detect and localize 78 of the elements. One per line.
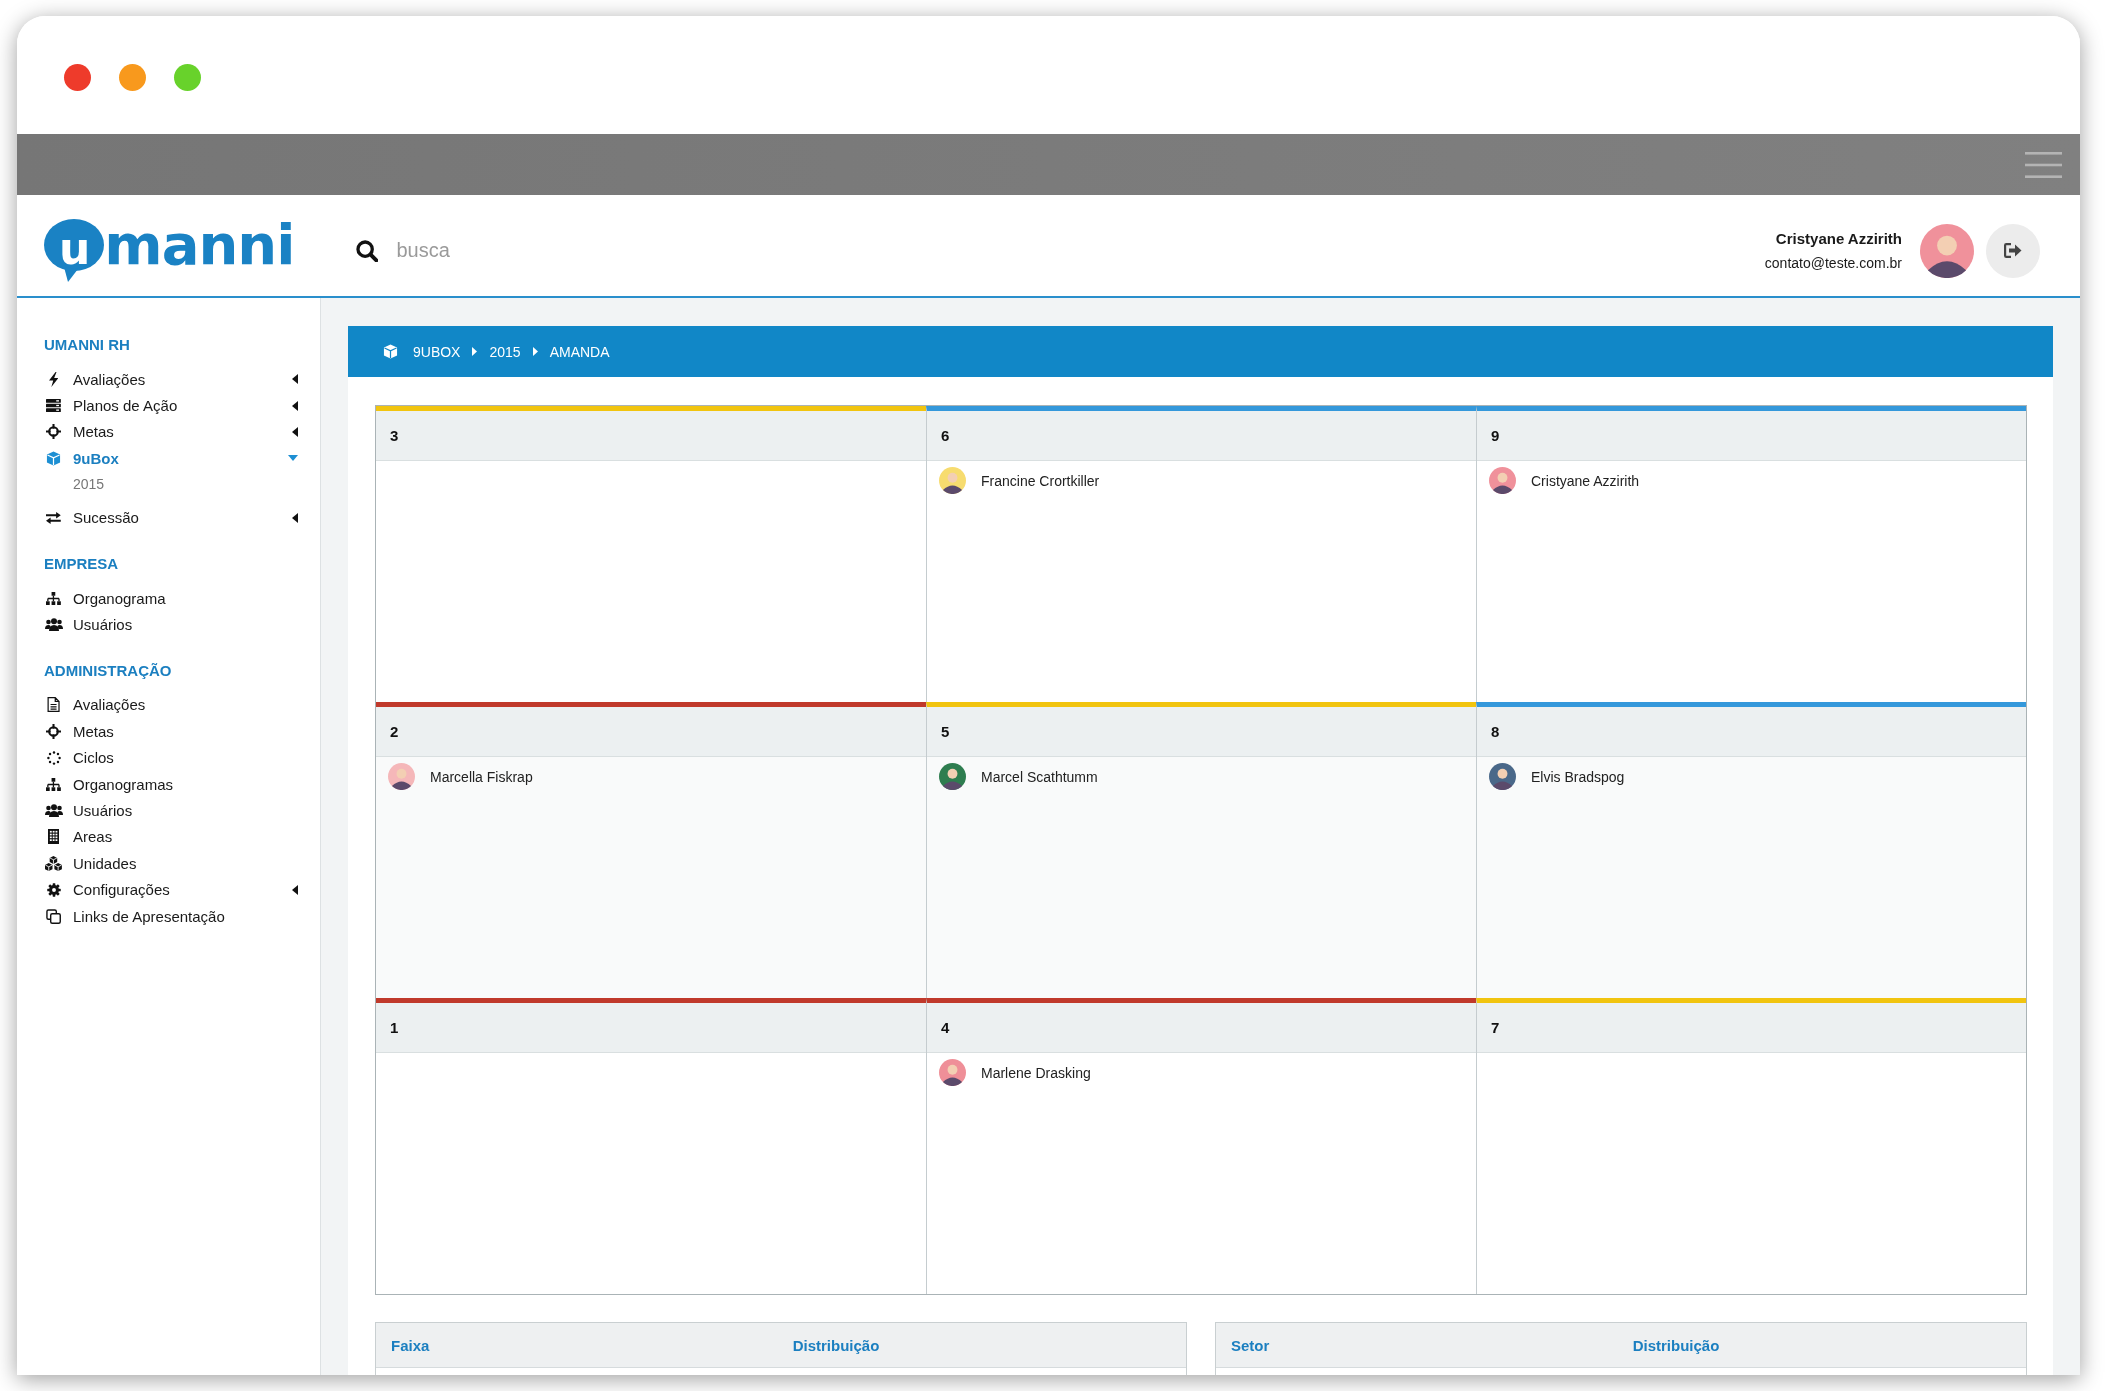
- users-icon: [44, 618, 63, 632]
- sidebar-item[interactable]: Ciclos: [44, 744, 298, 771]
- sidebar-item[interactable]: Planos de Ação: [44, 392, 298, 419]
- swap-arrows-icon: [46, 511, 61, 524]
- cell-header: 3: [376, 411, 926, 461]
- sidebar-item[interactable]: Avaliações: [44, 691, 298, 719]
- sitemap-icon: [46, 591, 61, 605]
- sidebar-item[interactable]: Usuários: [44, 797, 298, 824]
- breadcrumb-link[interactable]: AMANDA: [549, 343, 610, 360]
- window-maximize-button[interactable]: [174, 63, 201, 91]
- sidebar-item[interactable]: 9uBox: [44, 445, 298, 472]
- caret-left-icon: [292, 512, 298, 523]
- sidebar-item[interactable]: Metas: [44, 718, 298, 745]
- stacked-bars-icon: [46, 399, 61, 413]
- user-name: Cristyane Azzirith: [1774, 229, 1902, 249]
- caret-left-icon: [292, 426, 298, 437]
- window-close-button[interactable]: [64, 63, 91, 91]
- section-heading: ADMINISTRAÇÃO: [44, 660, 173, 681]
- caret-left-icon: [292, 374, 298, 385]
- sidebar-item[interactable]: Avaliações: [44, 366, 298, 393]
- building-icon: [47, 829, 60, 845]
- gear-icon: [46, 882, 61, 897]
- caret-left-icon: [292, 400, 298, 411]
- sidebar-item[interactable]: Organogramas: [44, 770, 298, 798]
- section-heading: UMANNI RH: [44, 335, 131, 355]
- cell-header: 2: [376, 707, 926, 757]
- column-header: Setor: [1231, 1336, 1270, 1354]
- window-minimize-button[interactable]: [119, 63, 146, 91]
- search-field[interactable]: busca: [396, 237, 717, 264]
- sidebar-subitem[interactable]: 2015: [44, 471, 298, 497]
- sidebar-item[interactable]: Metas: [44, 418, 298, 446]
- logo: u manni: [44, 219, 295, 282]
- sidebar-item[interactable]: Unidades: [44, 850, 298, 877]
- crosshair-icon: [46, 723, 61, 739]
- cube-icon: [383, 344, 398, 359]
- caret-right-icon: [472, 347, 478, 356]
- caret-down-icon: [288, 455, 298, 462]
- column-header: Distribuição: [792, 1336, 880, 1354]
- person-name[interactable]: Marcella Fiskrap: [430, 768, 533, 785]
- users-icon: [44, 804, 63, 817]
- person-name[interactable]: Marcel Scathtumm: [981, 768, 1098, 785]
- cell-header: 4: [927, 1003, 1476, 1053]
- person-name[interactable]: Cristyane Azzirith: [1531, 472, 1640, 489]
- search-icon: [356, 239, 379, 262]
- crosshair-icon: [46, 424, 61, 440]
- cell-header: 6: [927, 411, 1476, 461]
- breadcrumb-link[interactable]: 2015: [489, 343, 521, 360]
- sidebar-item[interactable]: Links de Apresentação: [44, 902, 298, 930]
- column-header: Faixa: [391, 1336, 430, 1354]
- sitemap-icon: [46, 777, 61, 791]
- sign-out-icon: [2004, 243, 2022, 258]
- person-name[interactable]: Francine Crortkiller: [981, 472, 1100, 489]
- cell-header: 9: [1477, 411, 2026, 461]
- cubes-icon: [45, 855, 62, 871]
- breadcrumb-link[interactable]: 9UBOX: [413, 343, 461, 360]
- sidebar-item[interactable]: Usuários: [44, 611, 298, 638]
- person-name[interactable]: Elvis Bradspog: [1531, 768, 1625, 785]
- caret-left-icon: [292, 884, 298, 895]
- cell-header: 5: [927, 707, 1476, 757]
- column-header: Distribuição: [1632, 1336, 1720, 1354]
- cell-header: 1: [376, 1003, 926, 1053]
- cell-header: 8: [1477, 707, 2026, 757]
- cube-icon: [46, 450, 61, 466]
- user-email: contato@teste.com.br: [1764, 254, 1902, 272]
- menu-icon[interactable]: [2025, 151, 2062, 178]
- document-icon: [46, 697, 61, 713]
- caret-right-icon: [532, 347, 538, 356]
- section-heading: EMPRESA: [44, 553, 120, 574]
- dotted-circle-icon: [46, 750, 61, 765]
- cell-header: 7: [1477, 1003, 2026, 1053]
- sidebar-item[interactable]: Areas: [44, 823, 298, 851]
- sidebar-item[interactable]: Organograma: [44, 584, 298, 612]
- sidebar-item[interactable]: Sucessão: [44, 504, 298, 531]
- user-avatar-icon: [1920, 223, 1974, 278]
- bolt-icon: [48, 371, 59, 387]
- sidebar-item[interactable]: Configurações: [44, 876, 298, 903]
- person-name[interactable]: Marlene Drasking: [981, 1064, 1091, 1081]
- copy-icon: [46, 908, 61, 924]
